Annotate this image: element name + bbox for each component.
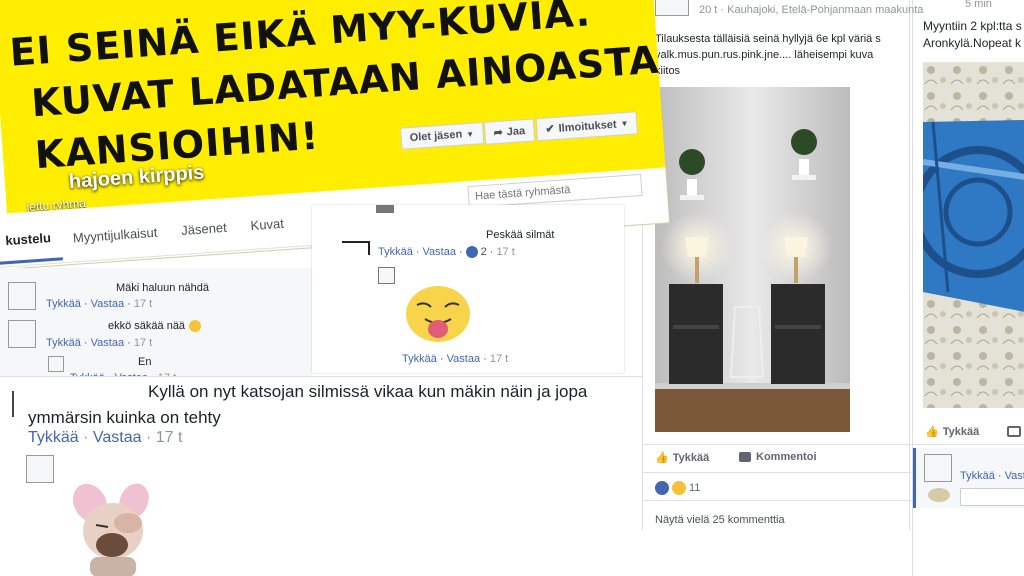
like-button[interactable]: 👍 Tykkää	[655, 451, 710, 465]
comment-text: ekkö säkää nää	[108, 320, 186, 332]
right-post-like-label: Tykkää	[942, 425, 980, 438]
reaction-count: 11	[689, 482, 701, 494]
reactions-summary[interactable]: 11	[655, 481, 700, 495]
avatar[interactable]	[376, 205, 394, 213]
comment-text: ymmärsin kuinka on tehty	[28, 408, 221, 427]
comment-time: 17 t	[155, 429, 183, 446]
right-post: 5 min Myyntiin 2 kpl:tta s Aronkylä.Nope…	[912, 0, 1024, 576]
avatar[interactable]	[0, 391, 14, 417]
like-link[interactable]: Tykkää	[28, 429, 79, 446]
reply-link[interactable]: Vastaa	[91, 298, 124, 310]
tab-members[interactable]: Jäsenet	[169, 219, 239, 239]
comment-time: 17 t	[133, 298, 153, 310]
comment-text: Kyllä on nyt katsojan silmissä vikaa kun…	[148, 382, 588, 401]
notifications-button-label: Ilmoitukset	[558, 118, 617, 135]
like-reaction-icon	[655, 481, 669, 495]
big-comment-card: Kyllä on nyt katsojan silmissä vikaa kun…	[0, 376, 642, 576]
reaction-count: 2	[480, 246, 487, 258]
reply-link[interactable]: Vastaa	[447, 353, 480, 365]
chevron-down-icon: ▼	[465, 129, 475, 139]
avatar[interactable]	[8, 282, 36, 310]
post-meta: 20 t · Kauhajoki, Etelä-Pohjanmaan maaku…	[699, 4, 924, 16]
tongue-emoji-sticker	[405, 285, 471, 343]
like-link[interactable]: Tykkää	[402, 353, 437, 365]
comment-time: 17 t	[496, 246, 515, 258]
left-comments-panel: Mäki haluun nähdä Tykkää · Vastaa · 17 t…	[0, 268, 312, 378]
comment-button[interactable]: Kommentoi	[739, 451, 817, 463]
reply-link[interactable]: Vasta	[1005, 470, 1024, 482]
laughing-emoji-icon	[189, 320, 202, 332]
post-text-line: kiitos	[655, 65, 681, 77]
avatar[interactable]	[378, 267, 395, 284]
right-post-comment: Tykkää · Vasta	[913, 448, 1024, 508]
post-text-line: valk.mus.pun.rus.pink.jne.... läheisempi…	[655, 49, 874, 61]
avatar[interactable]	[48, 356, 64, 372]
like-reaction-icon	[465, 246, 478, 258]
thumbs-up-icon: 👍	[655, 452, 669, 464]
wow-reaction-icon	[672, 481, 686, 495]
comment-time: 17 t	[489, 353, 509, 365]
avatar[interactable]	[655, 0, 689, 16]
post-photo[interactable]	[655, 87, 850, 432]
more-comments-link[interactable]: Näytä vielä 25 kommenttia	[655, 514, 785, 526]
right-post-time: 5 min	[965, 0, 992, 10]
comment-text: Peskää silmät	[486, 229, 555, 241]
avatar[interactable]	[928, 488, 950, 502]
right-post-like-button[interactable]: 👍 Tykkää	[925, 425, 980, 439]
avatar[interactable]	[8, 320, 36, 348]
share-button-label: Jaa	[506, 124, 526, 138]
right-post-text-line: Myyntiin 2 kpl:tta s	[923, 19, 1022, 33]
comment-icon	[739, 452, 751, 462]
right-post-text-line: Aronkylä.Nopeat k	[923, 36, 1022, 50]
like-link[interactable]: Tykkää	[960, 470, 995, 482]
dog-facepalm-sticker	[68, 481, 158, 576]
like-link[interactable]: Tykkää	[46, 337, 81, 349]
reply-link[interactable]: Vastaa	[91, 337, 124, 349]
comment-text: Mäki haluun nähdä	[116, 282, 209, 294]
check-icon: ✔	[545, 123, 556, 136]
tab-discussion[interactable]: kustelu	[0, 217, 63, 265]
comment-text: En	[138, 356, 152, 368]
share-icon: ➦	[493, 126, 504, 140]
thumbs-up-icon: 👍	[925, 426, 939, 438]
avatar[interactable]	[924, 454, 952, 482]
tab-sale-posts[interactable]: Myyntijulkaisut	[60, 224, 169, 247]
tab-photos[interactable]: Kuvat	[238, 215, 296, 234]
comment-time: 17 t	[133, 337, 153, 349]
reply-link[interactable]: Vastaa	[423, 246, 456, 258]
reply-link[interactable]: Vastaa	[93, 429, 142, 446]
like-link[interactable]: Tykkää	[46, 298, 81, 310]
main-post: 20 t · Kauhajoki, Etelä-Pohjanmaan maaku…	[642, 0, 923, 530]
avatar[interactable]	[342, 241, 370, 255]
right-post-comment-icon[interactable]	[1007, 426, 1021, 437]
right-post-photo[interactable]	[923, 62, 1024, 408]
member-button-label: Olet jäsen	[409, 128, 463, 145]
mid-comment-card: Peskää silmät Tykkää · Vastaa · 2 · 17 t…	[312, 205, 624, 373]
comment-button-label: Kommentoi	[756, 451, 817, 463]
comment-input[interactable]	[960, 488, 1024, 506]
avatar[interactable]	[26, 455, 54, 483]
share-button[interactable]: ➦ Jaa	[483, 118, 535, 145]
like-button-label: Tykkää	[672, 451, 710, 464]
like-link[interactable]: Tykkää	[378, 246, 413, 258]
post-text-line: Tilauksesta tälläisiä seinä hyllyjä 6e k…	[655, 33, 881, 45]
chevron-down-icon: ▼	[620, 118, 629, 129]
